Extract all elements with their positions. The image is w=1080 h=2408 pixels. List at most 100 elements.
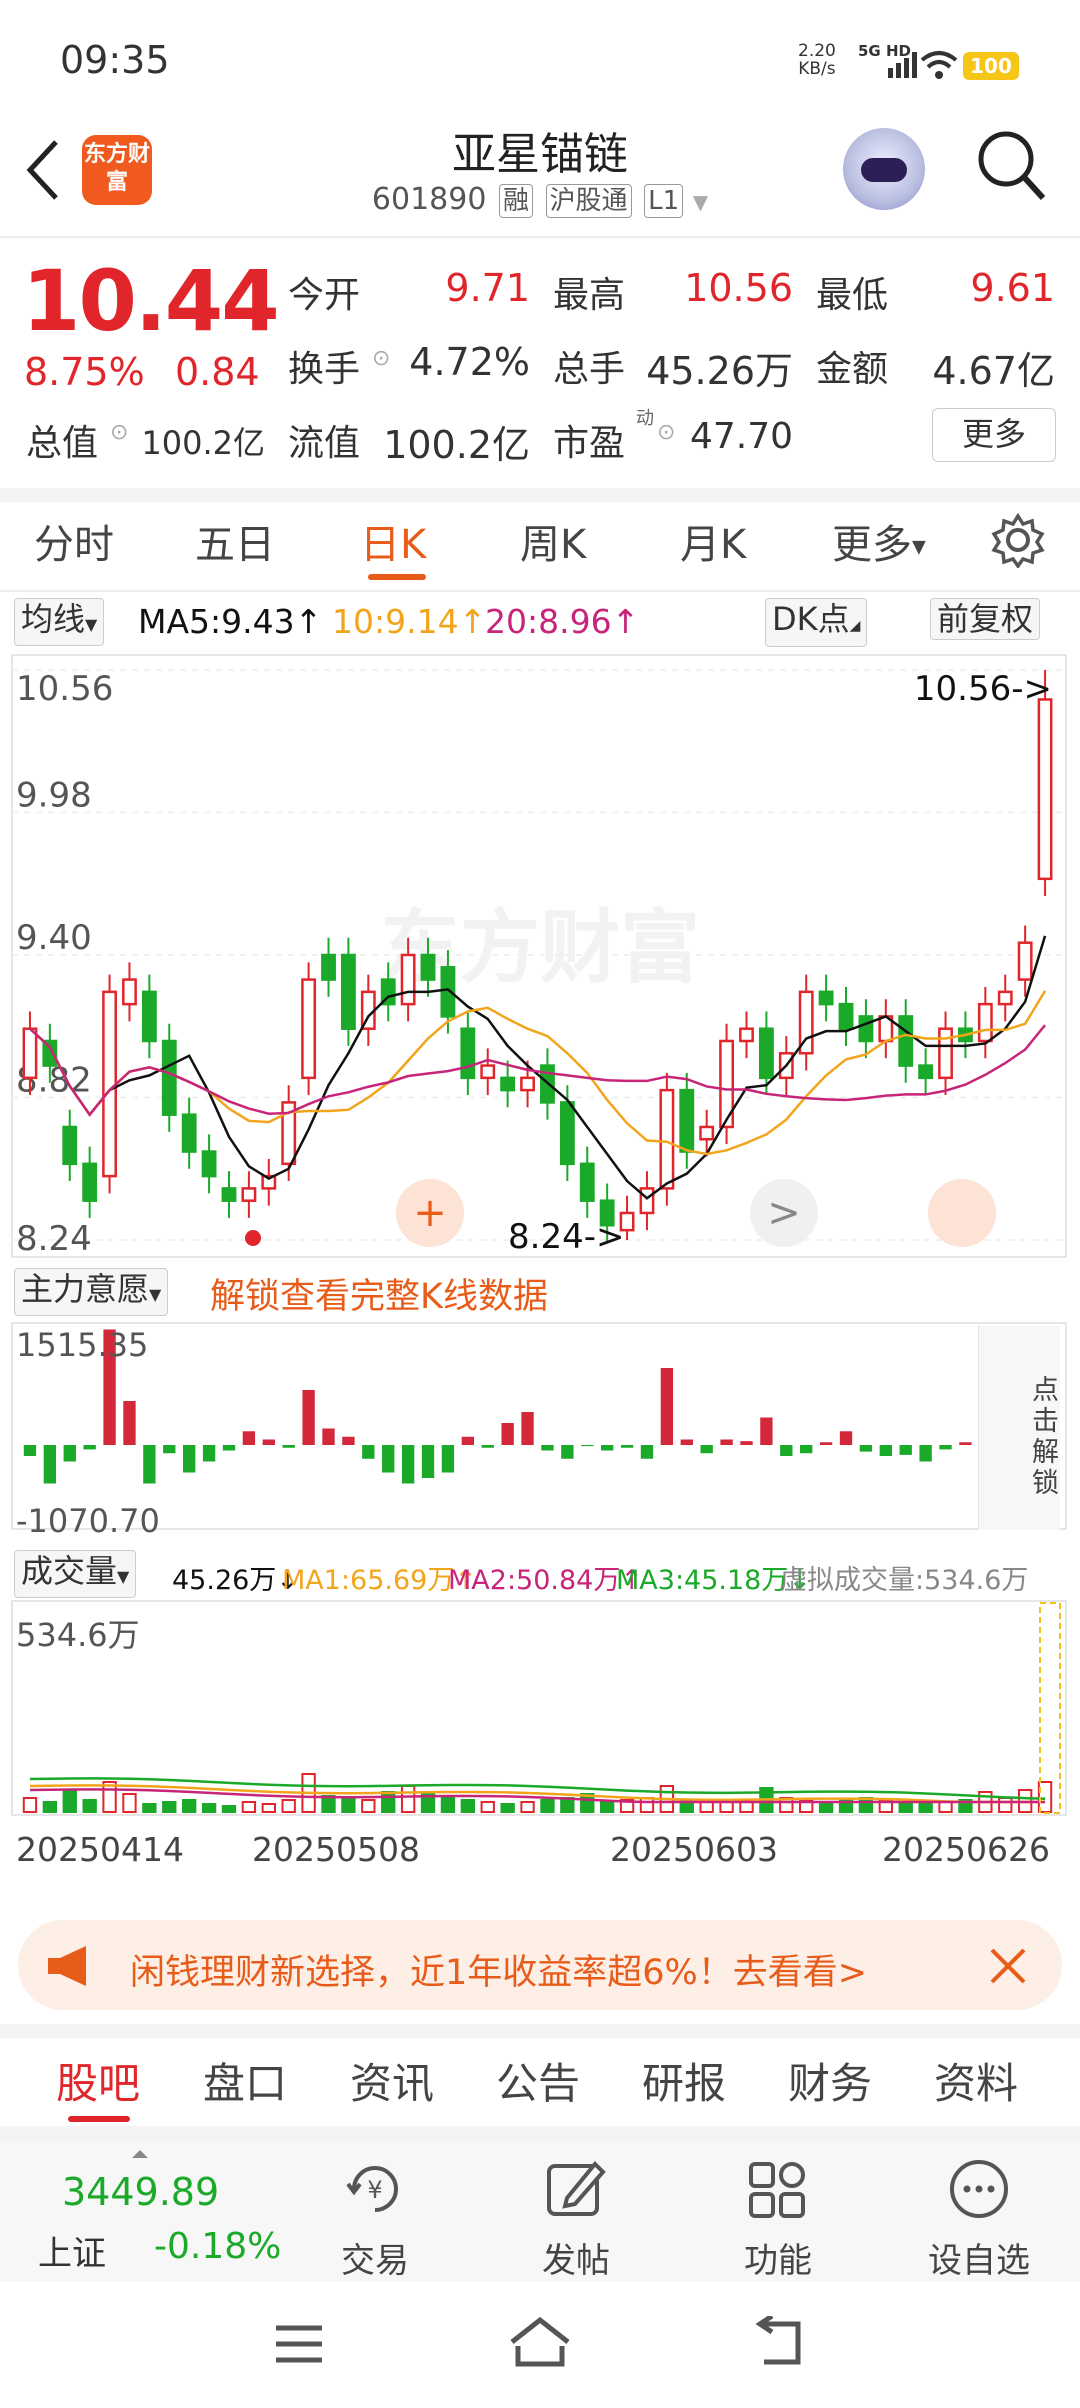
volume-panel[interactable] [11, 1600, 1067, 1816]
info-icon[interactable]: ⊙ [657, 420, 675, 445]
info-icon[interactable]: ⊙ [372, 346, 390, 371]
candle-body [460, 1027, 476, 1080]
volume-bar [918, 1801, 933, 1813]
indicator-bar [700, 1445, 713, 1454]
index-change: -0.18% [154, 2226, 282, 2267]
indicator-min: -1070.70 [16, 1502, 160, 1540]
indicator-select[interactable]: 主力意愿▼ [14, 1268, 169, 1316]
back-nav-icon[interactable] [752, 2316, 808, 2370]
tab-news[interactable]: 资讯 [350, 2050, 434, 2111]
volume-bar [261, 1803, 276, 1813]
indicator-bar [521, 1412, 534, 1445]
volume-bar [62, 1789, 77, 1813]
label-high: 最高 [553, 275, 626, 316]
indicator-bar [481, 1445, 494, 1448]
volume-select[interactable]: 成交量▼ [14, 1550, 137, 1598]
kline-chart[interactable]: 东方财富 10.569.989.408.828.24 10.56->8.24->… [0, 650, 1080, 1830]
indicator-bar [43, 1445, 57, 1484]
close-icon[interactable] [988, 1946, 1028, 1986]
volume-value: 45.26万↓ [172, 1565, 299, 1596]
tab-research[interactable]: 研报 [642, 2050, 726, 2111]
candle-body [62, 1125, 78, 1166]
pe-dynamic-sup: 动 [636, 408, 654, 429]
indicator-bar [262, 1439, 275, 1445]
watchlist-label[interactable]: 设自选 [909, 2233, 1049, 2282]
dk-point-button[interactable]: DK点◢ [765, 598, 868, 647]
promo-text[interactable]: 闲钱理财新选择，近1年收益率超6%！去看看> [130, 1944, 960, 1995]
date-label: 20250603 [610, 1830, 778, 1869]
price-adjust-button[interactable]: 前复权 [930, 598, 1041, 640]
volume-bar [520, 1801, 535, 1813]
buy-dot [245, 1230, 261, 1246]
menu-icon[interactable] [274, 2322, 324, 2366]
candle-body [639, 1187, 655, 1215]
tab-five-day[interactable]: 五日 [195, 512, 275, 570]
volume-bar [221, 1805, 237, 1813]
indicator-panel[interactable] [11, 1322, 1067, 1530]
side-unlock-button[interactable]: 点击解锁 [978, 1326, 1060, 1530]
functions-label[interactable]: 功能 [708, 2233, 848, 2282]
assistant-avatar[interactable] [843, 128, 925, 210]
wifi-icon [920, 51, 958, 79]
volume-bar [560, 1797, 575, 1813]
tab-forum[interactable]: 股吧 [56, 2050, 140, 2111]
chevron-down-icon: ▼ [692, 190, 709, 214]
indicator-bar [63, 1445, 76, 1462]
ma-select[interactable]: 均线▼ [14, 598, 105, 646]
functions-grid-icon[interactable] [745, 2156, 811, 2222]
ma5-value: MA5:9.43↑ [138, 602, 323, 641]
tab-announcements[interactable]: 公告 [496, 2050, 580, 2111]
trade-label[interactable]: 交易 [305, 2233, 445, 2282]
search-icon[interactable] [975, 128, 1047, 204]
candle-body [659, 1088, 675, 1190]
trade-icon[interactable]: ¥ [342, 2156, 408, 2222]
value-pe: 47.70 [689, 416, 793, 457]
volume-bar [858, 1797, 874, 1813]
tab-daily-k[interactable]: 日K [360, 512, 426, 570]
label-open: 今开 [288, 275, 361, 316]
index-name: 上证 [38, 2234, 106, 2274]
ma-select-label: 均线 [21, 600, 86, 638]
tab-orderbook[interactable]: 盘口 [203, 2050, 287, 2111]
volume-bar [460, 1799, 476, 1813]
label-total-cap: 总值 [26, 423, 99, 464]
kline-panel[interactable]: 东方财富 10.569.989.408.828.24 10.56->8.24->… [11, 654, 1067, 1259]
indicator-bar [163, 1445, 176, 1454]
post-icon[interactable] [543, 2156, 609, 2222]
tab-more[interactable]: 更多▼ [832, 512, 926, 570]
label-low: 最低 [816, 275, 889, 316]
candle-body [420, 953, 436, 981]
triangle-down-icon: ▼ [149, 1285, 162, 1304]
volume-ma2-text: MA2:50.84万 [448, 1565, 621, 1596]
home-icon[interactable] [508, 2316, 572, 2370]
status-bar: 09:35 2.20 KB/s 5G HD 100 [0, 0, 1080, 110]
more-quote-button[interactable]: 更多 [932, 408, 1056, 462]
high-annotation: 10.56-> [914, 669, 1052, 709]
candle-body [579, 1162, 595, 1202]
volume-bar [500, 1803, 515, 1813]
indicator-max: 1515.35 [16, 1326, 149, 1364]
date-label: 20250414 [16, 1830, 184, 1869]
index-value[interactable]: 3449.89 [62, 2170, 219, 2214]
settings-gear-icon[interactable] [990, 512, 1046, 568]
date-label: 20250626 [882, 1830, 1050, 1869]
ma20-text: 20:8.96 [485, 602, 612, 641]
tab-finance[interactable]: 财务 [788, 2050, 872, 2111]
low-annotation: 8.24-> [508, 1217, 624, 1257]
value-amount: 4.67亿 [932, 349, 1055, 393]
unlock-kline-link[interactable]: 解锁查看完整K线数据 [210, 1268, 548, 1319]
tab-intraday[interactable]: 分时 [34, 512, 114, 570]
watchlist-add-icon[interactable] [946, 2156, 1012, 2222]
expand-up-icon[interactable] [132, 2150, 148, 2158]
candle-body [918, 1064, 934, 1080]
volume-bar [381, 1791, 396, 1813]
price-axis-label: 8.24 [16, 1219, 92, 1259]
post-label[interactable]: 发帖 [506, 2233, 646, 2282]
tab-weekly-k[interactable]: 周K [520, 512, 586, 570]
indicator-bar [740, 1441, 753, 1445]
info-icon[interactable]: ⊙ [110, 420, 128, 445]
tab-profile[interactable]: 资料 [934, 2050, 1018, 2111]
indicator-bar [660, 1368, 674, 1445]
candle-body [500, 1076, 516, 1092]
tab-monthly-k[interactable]: 月K [680, 512, 746, 570]
